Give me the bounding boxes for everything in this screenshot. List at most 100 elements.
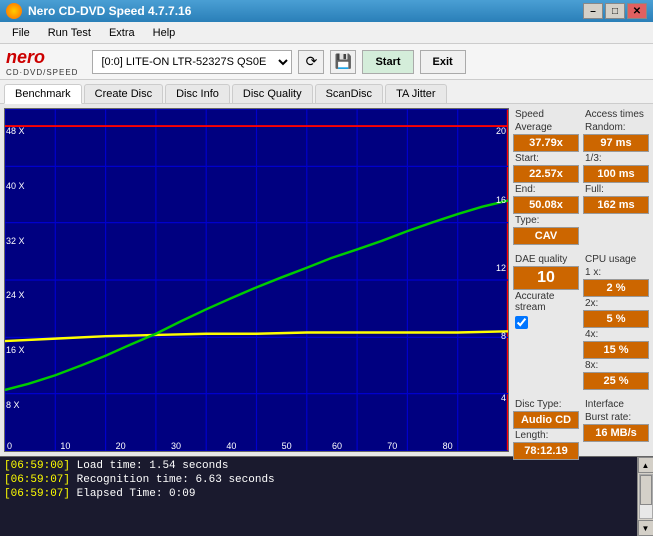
menu-run-test[interactable]: Run Test	[40, 25, 99, 41]
log-scrollbar: ▲ ▼	[637, 457, 653, 536]
menu-file[interactable]: File	[4, 25, 38, 41]
one-third-label: 1/3:	[583, 152, 649, 165]
dae-label: DAE quality	[513, 253, 579, 266]
y-left-32x: 32 X	[6, 236, 25, 246]
logo-subtitle: CD·DVD/SPEED	[6, 68, 78, 77]
access-label: Access times	[583, 108, 649, 121]
disc-label: Disc Type:	[513, 398, 579, 411]
cpu-2x-value: 5 %	[583, 310, 649, 328]
log-line-0: [06:59:00] Load time: 1.54 seconds	[4, 459, 633, 473]
log-text-2: Elapsed Time: 0:09	[77, 488, 196, 500]
x-label-80: 80	[443, 441, 453, 451]
titlebar-controls: – □ ✕	[583, 3, 647, 19]
x-label-30: 30	[171, 441, 181, 451]
type-label: Type:	[513, 214, 579, 227]
app-icon	[6, 3, 22, 19]
y-right-16: 16	[496, 195, 506, 205]
length-label: Length:	[513, 429, 579, 442]
x-label-50: 50	[282, 441, 292, 451]
y-left-16x: 16 X	[6, 345, 25, 355]
log-time-2: [06:59:07]	[4, 488, 70, 500]
scroll-thumb[interactable]	[640, 475, 652, 505]
menu-extra[interactable]: Extra	[101, 25, 143, 41]
x-label-20: 20	[116, 441, 126, 451]
y-left-40x: 40 X	[6, 181, 25, 191]
y-right-20: 20	[496, 126, 506, 136]
tab-disc-quality[interactable]: Disc Quality	[232, 84, 313, 103]
tab-disc-info[interactable]: Disc Info	[165, 84, 230, 103]
menu-help[interactable]: Help	[145, 25, 184, 41]
speed-col: Speed Average 37.79x Start: 22.57x End: …	[513, 108, 579, 245]
logo-nero: nero	[6, 47, 45, 68]
end-label: End:	[513, 183, 579, 196]
disc-interface-row: Disc Type: Audio CD Length: 78:12.19 Int…	[513, 398, 649, 460]
cpu-label: CPU usage	[583, 253, 649, 266]
avg-label: Average	[513, 121, 579, 134]
accurate-checkbox[interactable]	[515, 316, 528, 329]
start-value: 22.57x	[513, 165, 579, 183]
log-content: [06:59:00] Load time: 1.54 seconds [06:5…	[0, 457, 637, 536]
exit-button[interactable]: Exit	[420, 50, 466, 74]
start-label: Start:	[513, 152, 579, 165]
log-line-2: [06:59:07] Elapsed Time: 0:09	[4, 487, 633, 501]
x-label-10: 10	[60, 441, 70, 451]
minimize-button[interactable]: –	[583, 3, 603, 19]
scroll-track[interactable]	[639, 474, 653, 519]
full-label: Full:	[583, 183, 649, 196]
x-label-60: 60	[332, 441, 342, 451]
tab-create-disc[interactable]: Create Disc	[84, 84, 163, 103]
disc-value: Audio CD	[513, 411, 579, 429]
full-value: 162 ms	[583, 196, 649, 214]
dae-value: 10	[513, 266, 579, 290]
dae-cpu-row: DAE quality 10 Accurate stream CPU usage…	[513, 253, 649, 390]
burst-value: 16 MB/s	[583, 424, 649, 442]
tab-benchmark[interactable]: Benchmark	[4, 84, 82, 104]
cpu-1x-value: 2 %	[583, 279, 649, 297]
logo-area: nero CD·DVD/SPEED	[6, 47, 78, 77]
dae-col: DAE quality 10 Accurate stream	[513, 253, 579, 390]
avg-value: 37.79x	[513, 134, 579, 152]
speed-access-row: Speed Average 37.79x Start: 22.57x End: …	[513, 108, 649, 245]
tab-scandisc[interactable]: ScanDisc	[315, 84, 383, 103]
accurate-label: Accurate stream	[513, 290, 579, 314]
y-left-24x: 24 X	[6, 290, 25, 300]
burst-label: Burst rate:	[583, 411, 649, 424]
speed-label: Speed	[513, 108, 579, 121]
scroll-up-button[interactable]: ▲	[638, 457, 653, 473]
scroll-down-button[interactable]: ▼	[638, 520, 653, 536]
y-right-12: 12	[496, 263, 506, 273]
log-time-1: [06:59:07]	[4, 474, 70, 486]
one-third-value: 100 ms	[583, 165, 649, 183]
random-value: 97 ms	[583, 134, 649, 152]
close-button[interactable]: ✕	[627, 3, 647, 19]
interface-label: Interface	[583, 398, 649, 411]
log-text-0: Load time: 1.54 seconds	[77, 460, 229, 472]
maximize-button[interactable]: □	[605, 3, 625, 19]
chart-container: 0 10 20 30 40 50 60 70 80 48 X 40 X 32 X…	[4, 108, 509, 452]
main-area: 0 10 20 30 40 50 60 70 80 48 X 40 X 32 X…	[0, 104, 653, 456]
log-line-1: [06:59:07] Recognition time: 6.63 second…	[4, 473, 633, 487]
y-right-4: 4	[501, 393, 506, 403]
log-time-0: [06:59:00]	[4, 460, 70, 472]
cpu-col: CPU usage 1 x: 2 % 2x: 5 % 4x: 15 % 8x: …	[583, 253, 649, 390]
save-button[interactable]: 💾	[330, 50, 356, 74]
tab-ta-jitter[interactable]: TA Jitter	[385, 84, 447, 103]
chart-svg	[5, 109, 508, 451]
start-button[interactable]: Start	[362, 50, 413, 74]
right-panel: Speed Average 37.79x Start: 22.57x End: …	[513, 104, 653, 456]
y-right-8: 8	[501, 331, 506, 341]
cpu-1x-label: 1 x:	[583, 266, 649, 279]
refresh-button[interactable]: ⟳	[298, 50, 324, 74]
cpu-8x-label: 8x:	[583, 359, 649, 372]
y-left-48x: 48 X	[6, 126, 25, 136]
log-area: [06:59:00] Load time: 1.54 seconds [06:5…	[0, 456, 653, 536]
accurate-checkbox-row	[513, 314, 579, 331]
random-label: Random:	[583, 121, 649, 134]
drive-select[interactable]: [0:0] LITE-ON LTR-52327S QS0E	[92, 50, 292, 74]
x-label-70: 70	[387, 441, 397, 451]
cpu-2x-label: 2x:	[583, 297, 649, 310]
x-label-40: 40	[226, 441, 236, 451]
interface-col: Interface Burst rate: 16 MB/s	[583, 398, 649, 460]
titlebar-left: Nero CD-DVD Speed 4.7.7.16	[6, 3, 191, 19]
toolbar: nero CD·DVD/SPEED [0:0] LITE-ON LTR-5232…	[0, 44, 653, 80]
